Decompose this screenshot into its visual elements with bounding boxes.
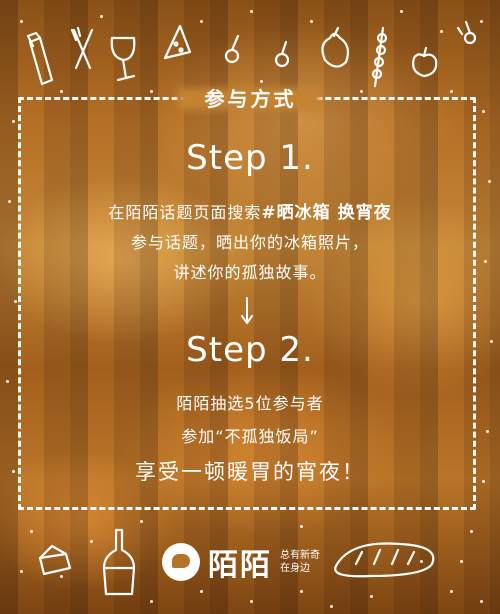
step2-title: Step 2. [186, 330, 314, 370]
confetti-dot [488, 180, 491, 183]
brand-tagline: 总有新奇 在身边 [280, 549, 326, 575]
momo-logo-icon [162, 543, 200, 581]
step2-line1: 陌陌抽选5位参与者 [176, 394, 324, 413]
apple-icon [412, 46, 438, 78]
poster: 参与方式 Step 1. 在陌陌话题页面搜索#晒冰箱 换宵夜 参与话题，晒出你的… [0, 0, 500, 614]
step2-line2: 参加“不孤独饭局” [181, 427, 319, 446]
bottle-icon [102, 528, 136, 596]
cake-slice-icon [163, 24, 192, 60]
step1-line2: 参与话题，晒出你的冰箱照片， [130, 233, 369, 252]
section-title: 参与方式 [204, 87, 297, 111]
confetti-dot [6, 380, 9, 383]
step1-title: Step 1. [186, 138, 314, 178]
pear-icon [321, 26, 350, 68]
confetti-dot [14, 300, 17, 303]
can-icon [26, 31, 54, 86]
wine-glass-icon [110, 36, 136, 82]
step1-line1: 在陌陌话题页面搜索#晒冰箱 换宵夜 [0, 198, 500, 223]
step1-line1-prefix: 在陌陌话题页面搜索 [108, 203, 262, 222]
step1-hashtag: #晒冰箱 换宵夜 [261, 203, 392, 223]
step1-line3: 讲述你的孤独故事。 [173, 263, 327, 282]
brand-name: 陌陌 [208, 548, 272, 583]
arrow-down-icon [241, 297, 253, 324]
cheese-icon [38, 544, 72, 576]
cherries-icon [224, 34, 290, 68]
cutlery-icon [70, 26, 94, 70]
confetti-dot [12, 120, 15, 123]
step2-line3: 享受一顿暖胃的宵夜！ [135, 460, 365, 484]
brand-tagline-line1: 总有新奇 [280, 550, 320, 561]
skewer-icon [371, 26, 388, 88]
bread-icon [334, 542, 435, 578]
cherry-icon [456, 20, 477, 45]
brand-lockup: 陌陌 总有新奇 在身边 [162, 540, 326, 584]
food-doodles-top [26, 20, 477, 88]
confetti-dot [482, 110, 485, 113]
brand-tagline-line2: 在身边 [280, 563, 310, 574]
